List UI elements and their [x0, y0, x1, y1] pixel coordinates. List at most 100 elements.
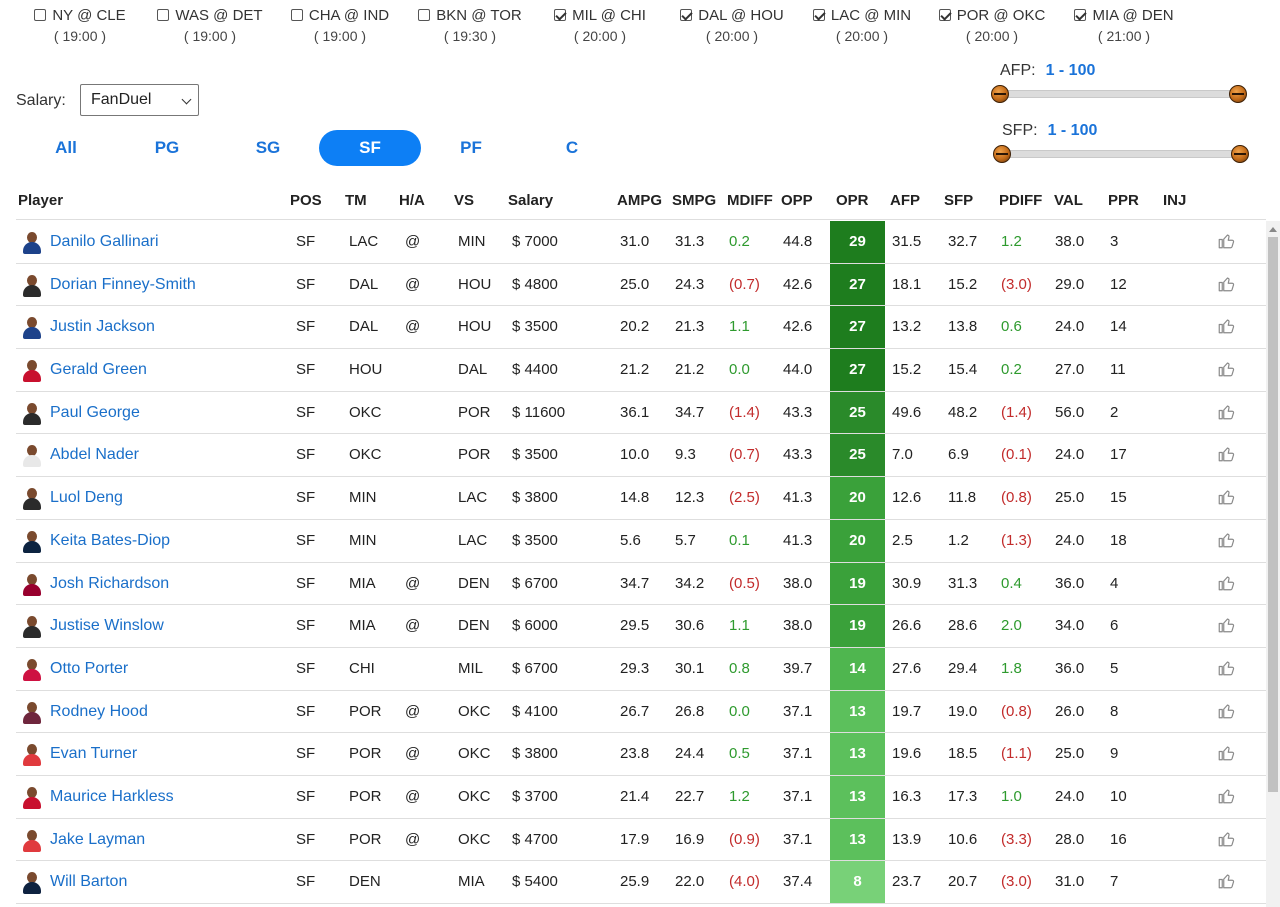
table-row[interactable]: Evan Turner SF POR @ OKC $ 3800 23.8 24.4 0.5 37.…	[16, 733, 1266, 776]
thumbs-up-icon[interactable]	[1217, 574, 1235, 592]
column-header-tm[interactable]: TM	[345, 192, 367, 209]
cell-val: 27.0	[1055, 361, 1085, 379]
table-row[interactable]: Luol Deng SF MIN LAC $ 3800 14.8 12.3 (2.5) 41.3…	[16, 477, 1266, 520]
game-filter[interactable]: MIA @ DEN ( 21:00 )	[1064, 5, 1184, 44]
column-header-val[interactable]: VAL	[1054, 192, 1083, 209]
table-row[interactable]: Otto Porter SF CHI MIL $ 6700 29.3 30.1 0.8 39.7…	[16, 647, 1266, 691]
thumbs-up-icon[interactable]	[1217, 616, 1235, 634]
thumbs-up-icon[interactable]	[1217, 232, 1235, 250]
game-checkbox[interactable]	[554, 9, 567, 21]
tab-sf[interactable]: SF	[319, 130, 421, 166]
afp-slider-track[interactable]	[996, 90, 1244, 98]
game-filter[interactable]: BKN @ TOR ( 19:30 )	[410, 5, 530, 44]
thumbs-up-icon[interactable]	[1217, 531, 1235, 549]
column-header-pos[interactable]: POS	[290, 192, 322, 209]
game-checkbox[interactable]	[34, 9, 47, 21]
column-header-mdiff[interactable]: MDIFF	[727, 192, 773, 209]
thumbs-up-icon[interactable]	[1217, 872, 1235, 890]
table-row[interactable]: Paul George SF OKC POR $ 11600 36.1 34.7 (1.4) 4…	[16, 391, 1266, 435]
table-row[interactable]: Danilo Gallinari SF LAC @ MIN $ 7000 31.0 31.3 0…	[16, 221, 1266, 264]
column-header-pdiff[interactable]: PDIFF	[999, 192, 1042, 209]
tab-sg[interactable]: SG	[217, 130, 319, 166]
game-filter[interactable]: CHA @ IND ( 19:00 )	[280, 5, 400, 44]
table-row[interactable]: Justise Winslow SF MIA @ DEN $ 6000 29.5 30.6 1.…	[16, 605, 1266, 648]
table-row[interactable]: Josh Richardson SF MIA @ DEN $ 6700 34.7 34.2 (0…	[16, 562, 1266, 606]
game-checkbox[interactable]	[1074, 9, 1087, 21]
thumbs-up-icon[interactable]	[1217, 317, 1235, 335]
player-name-link[interactable]: Justise Winslow	[50, 617, 164, 635]
salary-select[interactable]: FanDuel	[80, 84, 199, 116]
table-row[interactable]: Gerald Green SF HOU DAL $ 4400 21.2 21.2 0.0 44.…	[16, 349, 1266, 392]
table-row[interactable]: Rodney Hood SF POR @ OKC $ 4100 26.7 26.8 0.0 37.…	[16, 690, 1266, 734]
game-filter[interactable]: LAC @ MIN ( 20:00 )	[802, 5, 922, 44]
tab-pg[interactable]: PG	[116, 130, 218, 166]
thumbs-up-icon[interactable]	[1217, 403, 1235, 421]
column-header-smpg[interactable]: SMPG	[672, 192, 716, 209]
table-row[interactable]: Will Barton SF DEN MIA $ 5400 25.9 22.0 (4.0) 37…	[16, 861, 1266, 904]
player-name-link[interactable]: Evan Turner	[50, 745, 137, 763]
player-name-link[interactable]: Otto Porter	[50, 660, 128, 678]
player-name-link[interactable]: Danilo Gallinari	[50, 233, 159, 251]
thumbs-up-icon[interactable]	[1217, 830, 1235, 848]
game-filter[interactable]: DAL @ HOU ( 20:00 )	[672, 5, 792, 44]
game-checkbox[interactable]	[680, 9, 693, 21]
player-name-link[interactable]: Dorian Finney-Smith	[50, 276, 196, 294]
game-checkbox[interactable]	[418, 9, 431, 21]
player-name-link[interactable]: Gerald Green	[50, 361, 147, 379]
table-row[interactable]: Keita Bates-Diop SF MIN LAC $ 3500 5.6 5.7 0.1 4…	[16, 519, 1266, 563]
game-filter[interactable]: WAS @ DET ( 19:00 )	[150, 5, 270, 44]
column-header-player[interactable]: Player	[18, 192, 63, 209]
player-name-link[interactable]: Rodney Hood	[50, 703, 148, 721]
thumbs-up-icon[interactable]	[1217, 445, 1235, 463]
player-name-link[interactable]: Keita Bates-Diop	[50, 532, 170, 550]
column-header-afp[interactable]: AFP	[890, 192, 920, 209]
column-header-vs[interactable]: VS	[454, 192, 474, 209]
thumbs-up-icon[interactable]	[1217, 702, 1235, 720]
thumbs-up-icon[interactable]	[1217, 488, 1235, 506]
table-row[interactable]: Justin Jackson SF DAL @ HOU $ 3500 20.2 21.3 1.1…	[16, 306, 1266, 350]
game-checkbox[interactable]	[290, 9, 303, 21]
game-checkbox[interactable]	[938, 9, 951, 21]
column-header-opp[interactable]: OPP	[781, 192, 813, 209]
afp-min-handle[interactable]	[991, 85, 1009, 103]
game-filter[interactable]: NY @ CLE ( 19:00 )	[20, 5, 140, 44]
player-name-link[interactable]: Jake Layman	[50, 831, 145, 849]
thumbs-up-icon[interactable]	[1217, 744, 1235, 762]
tab-all[interactable]: All	[15, 130, 117, 166]
column-header-ppr[interactable]: PPR	[1108, 192, 1139, 209]
column-header-opr[interactable]: OPR	[836, 192, 869, 209]
player-name-link[interactable]: Abdel Nader	[50, 446, 139, 464]
column-header-inj[interactable]: INJ	[1163, 192, 1186, 209]
table-row[interactable]: Dorian Finney-Smith SF DAL @ HOU $ 4800 25.0 24…	[16, 263, 1266, 307]
tab-c[interactable]: C	[521, 130, 623, 166]
thumbs-up-icon[interactable]	[1217, 360, 1235, 378]
sfp-slider-track[interactable]	[996, 150, 1244, 158]
sfp-min-handle[interactable]	[993, 145, 1011, 163]
player-name-link[interactable]: Maurice Harkless	[50, 788, 174, 806]
game-checkbox[interactable]	[157, 9, 170, 21]
sfp-max-handle[interactable]	[1231, 145, 1249, 163]
scrollbar-thumb[interactable]	[1268, 237, 1278, 792]
column-header-sfp[interactable]: SFP	[944, 192, 973, 209]
player-name-link[interactable]: Luol Deng	[50, 489, 123, 507]
thumbs-up-icon[interactable]	[1217, 275, 1235, 293]
player-name-link[interactable]: Justin Jackson	[50, 318, 155, 336]
game-checkbox[interactable]	[812, 9, 825, 21]
afp-max-handle[interactable]	[1229, 85, 1247, 103]
column-header-salary[interactable]: Salary	[508, 192, 553, 209]
column-header-ampg[interactable]: AMPG	[617, 192, 662, 209]
table-row[interactable]: Abdel Nader SF OKC POR $ 3500 10.0 9.3 (0.7) 43.…	[16, 434, 1266, 478]
scroll-up-icon[interactable]	[1269, 227, 1277, 232]
tab-pf[interactable]: PF	[420, 130, 522, 166]
player-name-link[interactable]: Will Barton	[50, 873, 127, 891]
player-name-link[interactable]: Paul George	[50, 404, 140, 422]
thumbs-up-icon[interactable]	[1217, 787, 1235, 805]
player-name-link[interactable]: Josh Richardson	[50, 575, 169, 593]
table-row[interactable]: Jake Layman SF POR @ OKC $ 4700 17.9 16.9 (0.9) 3…	[16, 818, 1266, 862]
thumbs-up-icon[interactable]	[1217, 659, 1235, 677]
game-filter[interactable]: MIL @ CHI ( 20:00 )	[540, 5, 660, 44]
table-row[interactable]: Maurice Harkless SF POR @ OKC $ 3700 21.4 22.7 1…	[16, 775, 1266, 819]
game-filter[interactable]: POR @ OKC ( 20:00 )	[932, 5, 1052, 44]
column-header-ha[interactable]: H/A	[399, 192, 425, 209]
table-scrollbar[interactable]	[1266, 221, 1280, 907]
